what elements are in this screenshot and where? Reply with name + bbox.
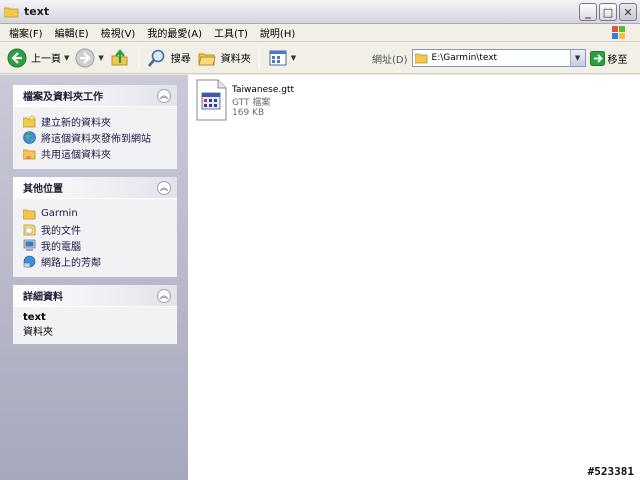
place-my-computer[interactable]: 我的電腦 (23, 237, 169, 253)
folder-icon (4, 7, 19, 17)
toolbar-separator (137, 46, 139, 69)
task-new-folder[interactable]: 建立新的資料夾 (23, 113, 169, 129)
go-label: 移至 (607, 54, 628, 66)
title-bar[interactable]: text _ □ ✕ (0, 0, 640, 24)
window-title: text (24, 5, 50, 18)
address-input[interactable]: E:\Garmin\text ▼ (411, 49, 586, 67)
place-label: 網路上的芳鄰 (41, 257, 101, 269)
task-label: 共用這個資料夾 (41, 149, 111, 161)
watermark-text: #523381 (587, 465, 634, 478)
folder-icon (414, 53, 427, 63)
chevron-down-icon[interactable]: ▼ (98, 54, 103, 62)
chevron-down-icon[interactable]: ▼ (291, 54, 296, 62)
details-name: text (23, 312, 46, 323)
collapse-chevron-icon[interactable]: ︽ (157, 288, 171, 303)
file-name: Taiwanese.gtt (232, 85, 294, 95)
menu-bar: 檔案(F) 編輯(E) 檢視(V) 我的最愛(A) 工具(T) 說明(H) (0, 24, 640, 42)
details-panel: 詳細資料 ︽ text 資料夾 (13, 285, 177, 344)
folders-icon (198, 53, 216, 65)
folders-label: 資料夾 (220, 54, 251, 65)
panel-header[interactable]: 詳細資料 ︽ (13, 285, 177, 307)
menu-tools[interactable]: 工具(T) (208, 25, 254, 40)
place-label: 我的文件 (41, 225, 81, 237)
views-icon (269, 50, 287, 65)
file-item[interactable]: Taiwanese.gtt GTT 檔案 169 KB (194, 79, 294, 121)
details-type: 資料夾 (23, 327, 53, 338)
address-dropdown-button[interactable]: ▼ (569, 50, 585, 66)
go-button[interactable]: 移至 (589, 50, 628, 66)
my-documents-icon (23, 224, 36, 235)
place-garmin[interactable]: Garmin (23, 205, 169, 221)
search-label: 搜尋 (170, 54, 191, 65)
task-label: 將這個資料夾發佈到網站 (41, 133, 151, 145)
folders-button[interactable]: 資料夾 (194, 45, 254, 71)
panel-title: 其他位置 (23, 184, 63, 195)
file-type: GTT 檔案 (232, 98, 271, 108)
computer-icon (23, 239, 36, 251)
place-label: Garmin (41, 207, 78, 219)
file-list-view[interactable]: Taiwanese.gtt GTT 檔案 169 KB (188, 75, 640, 480)
other-places-panel: 其他位置 ︽ Garmin 我的文件 我的電腦 網路上的芳鄰 (13, 177, 177, 277)
go-arrow-icon (589, 50, 605, 66)
globe-icon (23, 130, 36, 144)
collapse-chevron-icon[interactable]: ︽ (157, 88, 171, 103)
task-share-folder[interactable]: 共用這個資料夾 (23, 145, 169, 161)
back-label: 上一頁 (31, 54, 61, 65)
task-label: 建立新的資料夾 (41, 117, 111, 129)
maximize-button[interactable]: □ (599, 3, 617, 21)
minimize-button[interactable]: _ (579, 3, 597, 21)
menu-file[interactable]: 檔案(F) (3, 25, 49, 40)
file-size: 169 KB (232, 108, 265, 118)
menu-help[interactable]: 說明(H) (254, 25, 301, 40)
views-button[interactable]: ▼ (265, 45, 299, 71)
collapse-chevron-icon[interactable]: ︽ (157, 180, 171, 195)
address-bar: 網址(D) E:\Garmin\text ▼ 移至 (372, 46, 628, 70)
shared-folder-icon (23, 149, 36, 159)
place-network[interactable]: 網路上的芳鄰 (23, 253, 169, 269)
panel-header[interactable]: 檔案及資料夾工作 ︽ (13, 85, 177, 107)
search-button[interactable]: 搜尋 (144, 45, 194, 71)
close-button[interactable]: ✕ (619, 3, 637, 21)
address-value: E:\Garmin\text (431, 53, 498, 63)
folder-icon (23, 209, 36, 219)
back-button[interactable]: 上一頁 ▼ (4, 45, 72, 71)
up-folder-icon (111, 48, 128, 65)
windows-logo-icon (612, 26, 625, 39)
menu-edit[interactable]: 編輯(E) (49, 25, 95, 40)
task-publish-web[interactable]: 將這個資料夾發佈到網站 (23, 129, 169, 145)
menu-view[interactable]: 檢視(V) (95, 25, 142, 40)
network-icon (23, 255, 36, 267)
address-label: 網址(D) (372, 54, 408, 66)
file-folder-tasks-panel: 檔案及資料夾工作 ︽ 建立新的資料夾 將這個資料夾發佈到網站 共用這個資料夾 (13, 85, 177, 169)
menu-favorites[interactable]: 我的最愛(A) (141, 25, 208, 40)
panel-title: 詳細資料 (23, 292, 63, 303)
place-my-documents[interactable]: 我的文件 (23, 221, 169, 237)
task-pane: 檔案及資料夾工作 ︽ 建立新的資料夾 將這個資料夾發佈到網站 共用這個資料夾 其… (0, 75, 188, 480)
place-label: 我的電腦 (41, 241, 81, 253)
forward-button[interactable]: ▼ (72, 45, 106, 71)
back-arrow-icon (7, 48, 27, 67)
chevron-down-icon[interactable]: ▼ (64, 54, 69, 62)
up-folder-button[interactable] (107, 45, 133, 71)
forward-arrow-icon (75, 48, 95, 67)
panel-header[interactable]: 其他位置 ︽ (13, 177, 177, 199)
panel-title: 檔案及資料夾工作 (23, 92, 103, 103)
new-folder-icon (23, 114, 36, 127)
search-icon (147, 49, 165, 67)
toolbar-separator (258, 46, 260, 69)
gtt-file-icon (196, 79, 227, 121)
